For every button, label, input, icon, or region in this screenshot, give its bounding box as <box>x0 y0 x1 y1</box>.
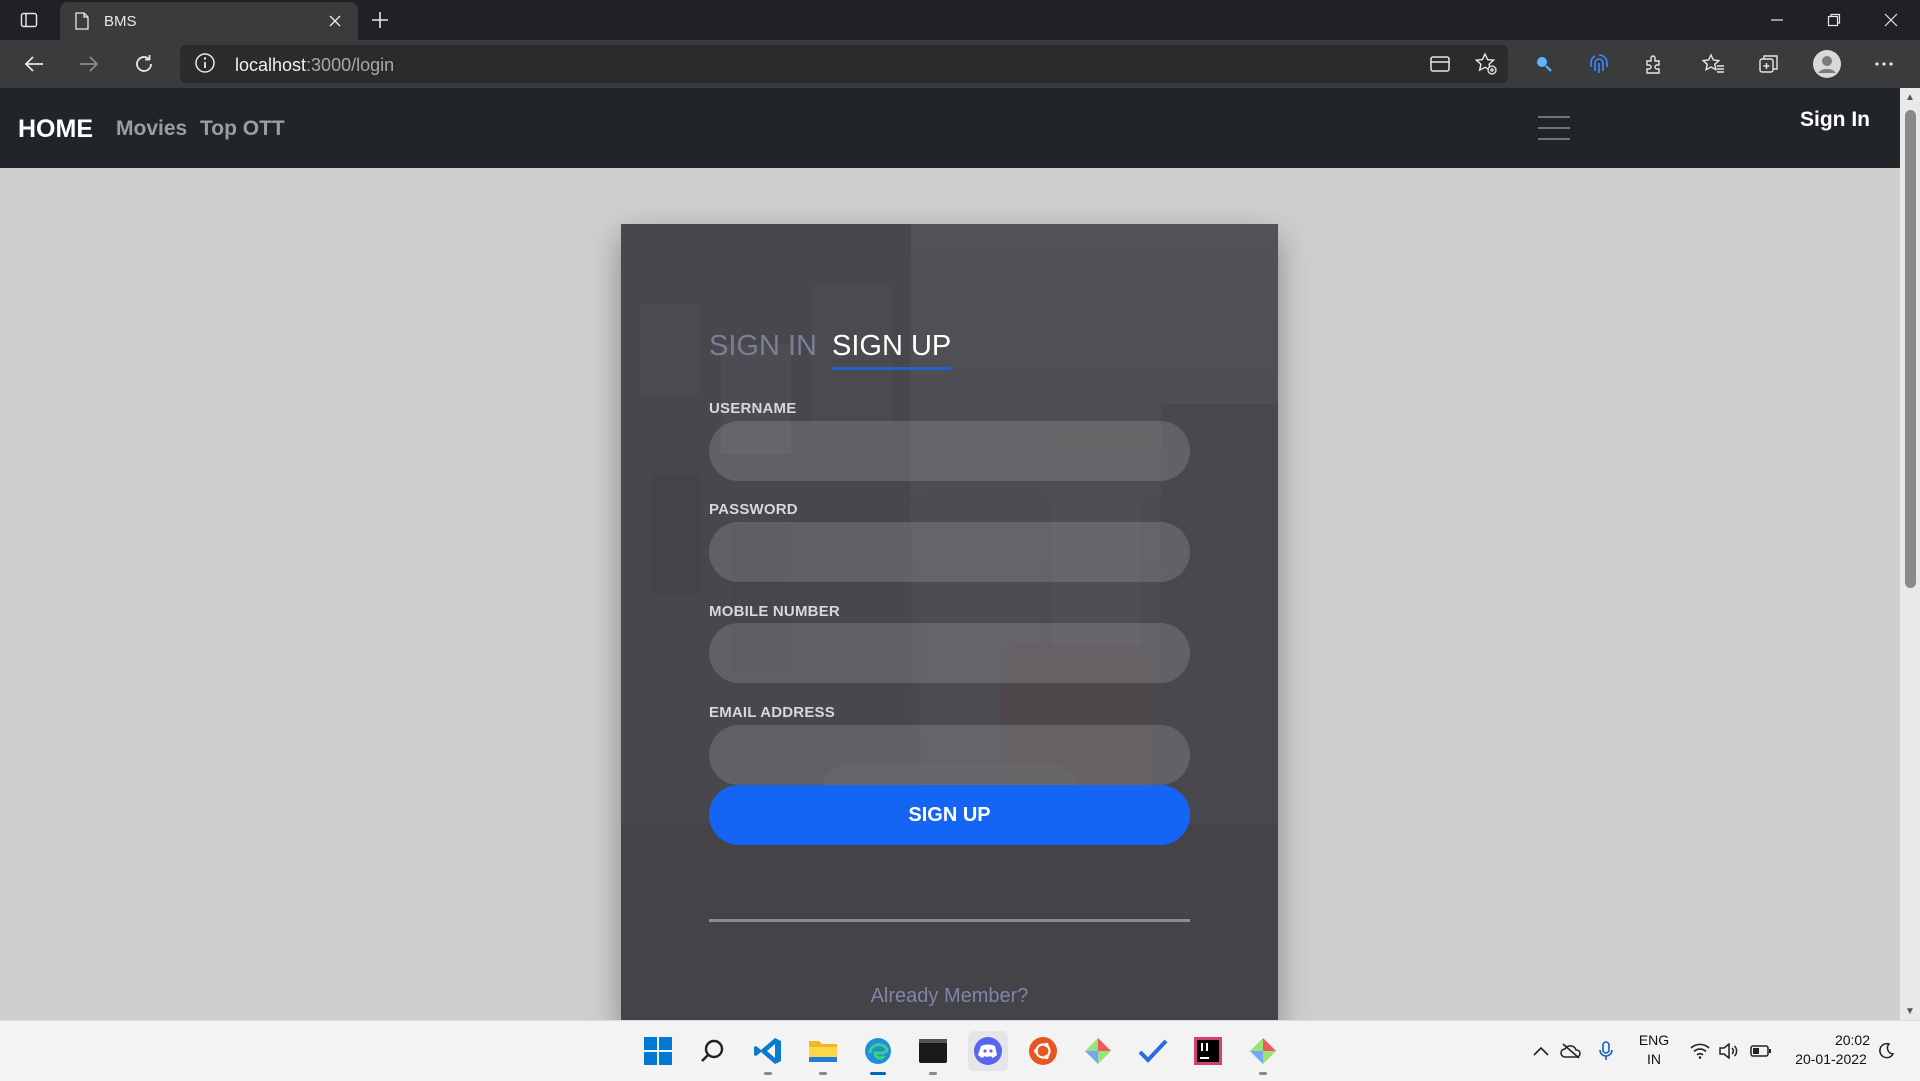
edge-icon[interactable] <box>858 1031 898 1075</box>
collections-icon[interactable] <box>1751 46 1787 82</box>
immersive-reader-icon[interactable] <box>1422 46 1458 82</box>
email-address-label: EMAIL ADDRESS <box>709 704 835 721</box>
onedrive-icon[interactable] <box>1559 1039 1583 1063</box>
extension-fingerprint-icon[interactable] <box>1581 46 1617 82</box>
microphone-icon[interactable] <box>1594 1039 1618 1063</box>
scroll-up-icon[interactable]: ▲ <box>1900 88 1920 106</box>
start-icon[interactable] <box>638 1031 678 1071</box>
sign-up-button[interactable]: SIGN UP <box>709 785 1190 845</box>
scrollbar-thumb[interactable] <box>1905 110 1916 588</box>
browser-tab[interactable]: BMS <box>60 2 358 40</box>
tab-sign-in[interactable]: SIGN IN <box>709 330 817 363</box>
battery-icon[interactable] <box>1749 1039 1773 1063</box>
nav-link-top-ott[interactable]: Top OTT <box>200 117 285 141</box>
add-favorite-icon[interactable] <box>1468 46 1504 82</box>
clock[interactable]: 20:02 20-01-2022 <box>1786 1031 1876 1069</box>
mobile-number-label: MOBILE NUMBER <box>709 603 840 620</box>
file-explorer-icon[interactable] <box>803 1031 843 1075</box>
focus-assist-icon[interactable] <box>1874 1039 1898 1063</box>
intellij-icon[interactable] <box>1188 1031 1228 1071</box>
form-divider <box>709 919 1190 922</box>
menu-toggle-icon[interactable] <box>1538 116 1570 140</box>
web-page: HOME Movies Top OTT Sign In SIGN IN SIGN… <box>0 88 1900 1020</box>
vscode-icon[interactable] <box>748 1031 788 1075</box>
scroll-down-icon[interactable]: ▼ <box>1900 1002 1920 1020</box>
git-gui-icon[interactable] <box>1243 1031 1283 1075</box>
forward-icon[interactable] <box>71 46 107 82</box>
git-icon[interactable] <box>1078 1031 1118 1071</box>
nav-link-movies[interactable]: Movies <box>116 117 187 141</box>
page-icon <box>74 12 90 30</box>
mobile-number-input[interactable] <box>709 623 1190 683</box>
extension-search-icon[interactable] <box>1526 46 1562 82</box>
ubuntu-icon[interactable] <box>1023 1031 1063 1071</box>
close-window-icon[interactable] <box>1862 0 1920 40</box>
email-address-input[interactable] <box>709 725 1190 785</box>
favorites-icon[interactable] <box>1696 46 1732 82</box>
volume-icon[interactable] <box>1717 1039 1741 1063</box>
back-icon[interactable] <box>16 46 52 82</box>
password-label: PASSWORD <box>709 501 798 518</box>
minimize-icon[interactable] <box>1748 0 1806 40</box>
show-hidden-icons-icon[interactable] <box>1529 1039 1553 1063</box>
username-input[interactable] <box>709 421 1190 481</box>
browser-toolbar: localhost:3000/login <box>0 40 1920 88</box>
tab-title: BMS <box>104 12 137 30</box>
restore-icon[interactable] <box>1805 0 1863 40</box>
tab-sign-up[interactable]: SIGN UP <box>832 330 952 370</box>
page-scrollbar[interactable]: ▲ ▼ <box>1900 88 1920 1020</box>
refresh-icon[interactable] <box>126 46 162 82</box>
home-link[interactable]: HOME <box>18 115 93 144</box>
already-member-link[interactable]: Already Member? <box>621 985 1278 1008</box>
password-input[interactable] <box>709 522 1190 582</box>
new-tab-icon[interactable] <box>352 0 408 40</box>
profile-avatar-icon[interactable] <box>1809 46 1845 82</box>
close-tab-icon[interactable] <box>324 10 346 32</box>
browser-tab-bar: BMS <box>0 0 1920 40</box>
site-navbar: HOME Movies Top OTT Sign In <box>0 88 1900 168</box>
search-icon[interactable] <box>693 1031 733 1071</box>
more-options-icon[interactable] <box>1866 46 1902 82</box>
address-bar[interactable]: localhost:3000/login <box>180 45 1508 83</box>
url-text: localhost:3000/login <box>235 55 395 75</box>
tab-actions-icon[interactable] <box>0 0 58 40</box>
auth-card: SIGN IN SIGN UP USERNAME PASSWORD MOBILE… <box>621 224 1278 1020</box>
language-indicator[interactable]: ENG IN <box>1634 1031 1674 1069</box>
discord-icon[interactable] <box>968 1031 1008 1071</box>
nav-sign-in-link[interactable]: Sign In <box>1800 108 1870 132</box>
username-label: USERNAME <box>709 400 797 417</box>
site-info-icon[interactable] <box>194 52 216 79</box>
windows-taskbar: ENG IN 20:02 20-01-2022 <box>0 1020 1920 1081</box>
extensions-icon[interactable] <box>1636 46 1672 82</box>
todo-icon[interactable] <box>1133 1031 1173 1071</box>
terminal-icon[interactable] <box>913 1031 953 1075</box>
wifi-icon[interactable] <box>1688 1039 1712 1063</box>
